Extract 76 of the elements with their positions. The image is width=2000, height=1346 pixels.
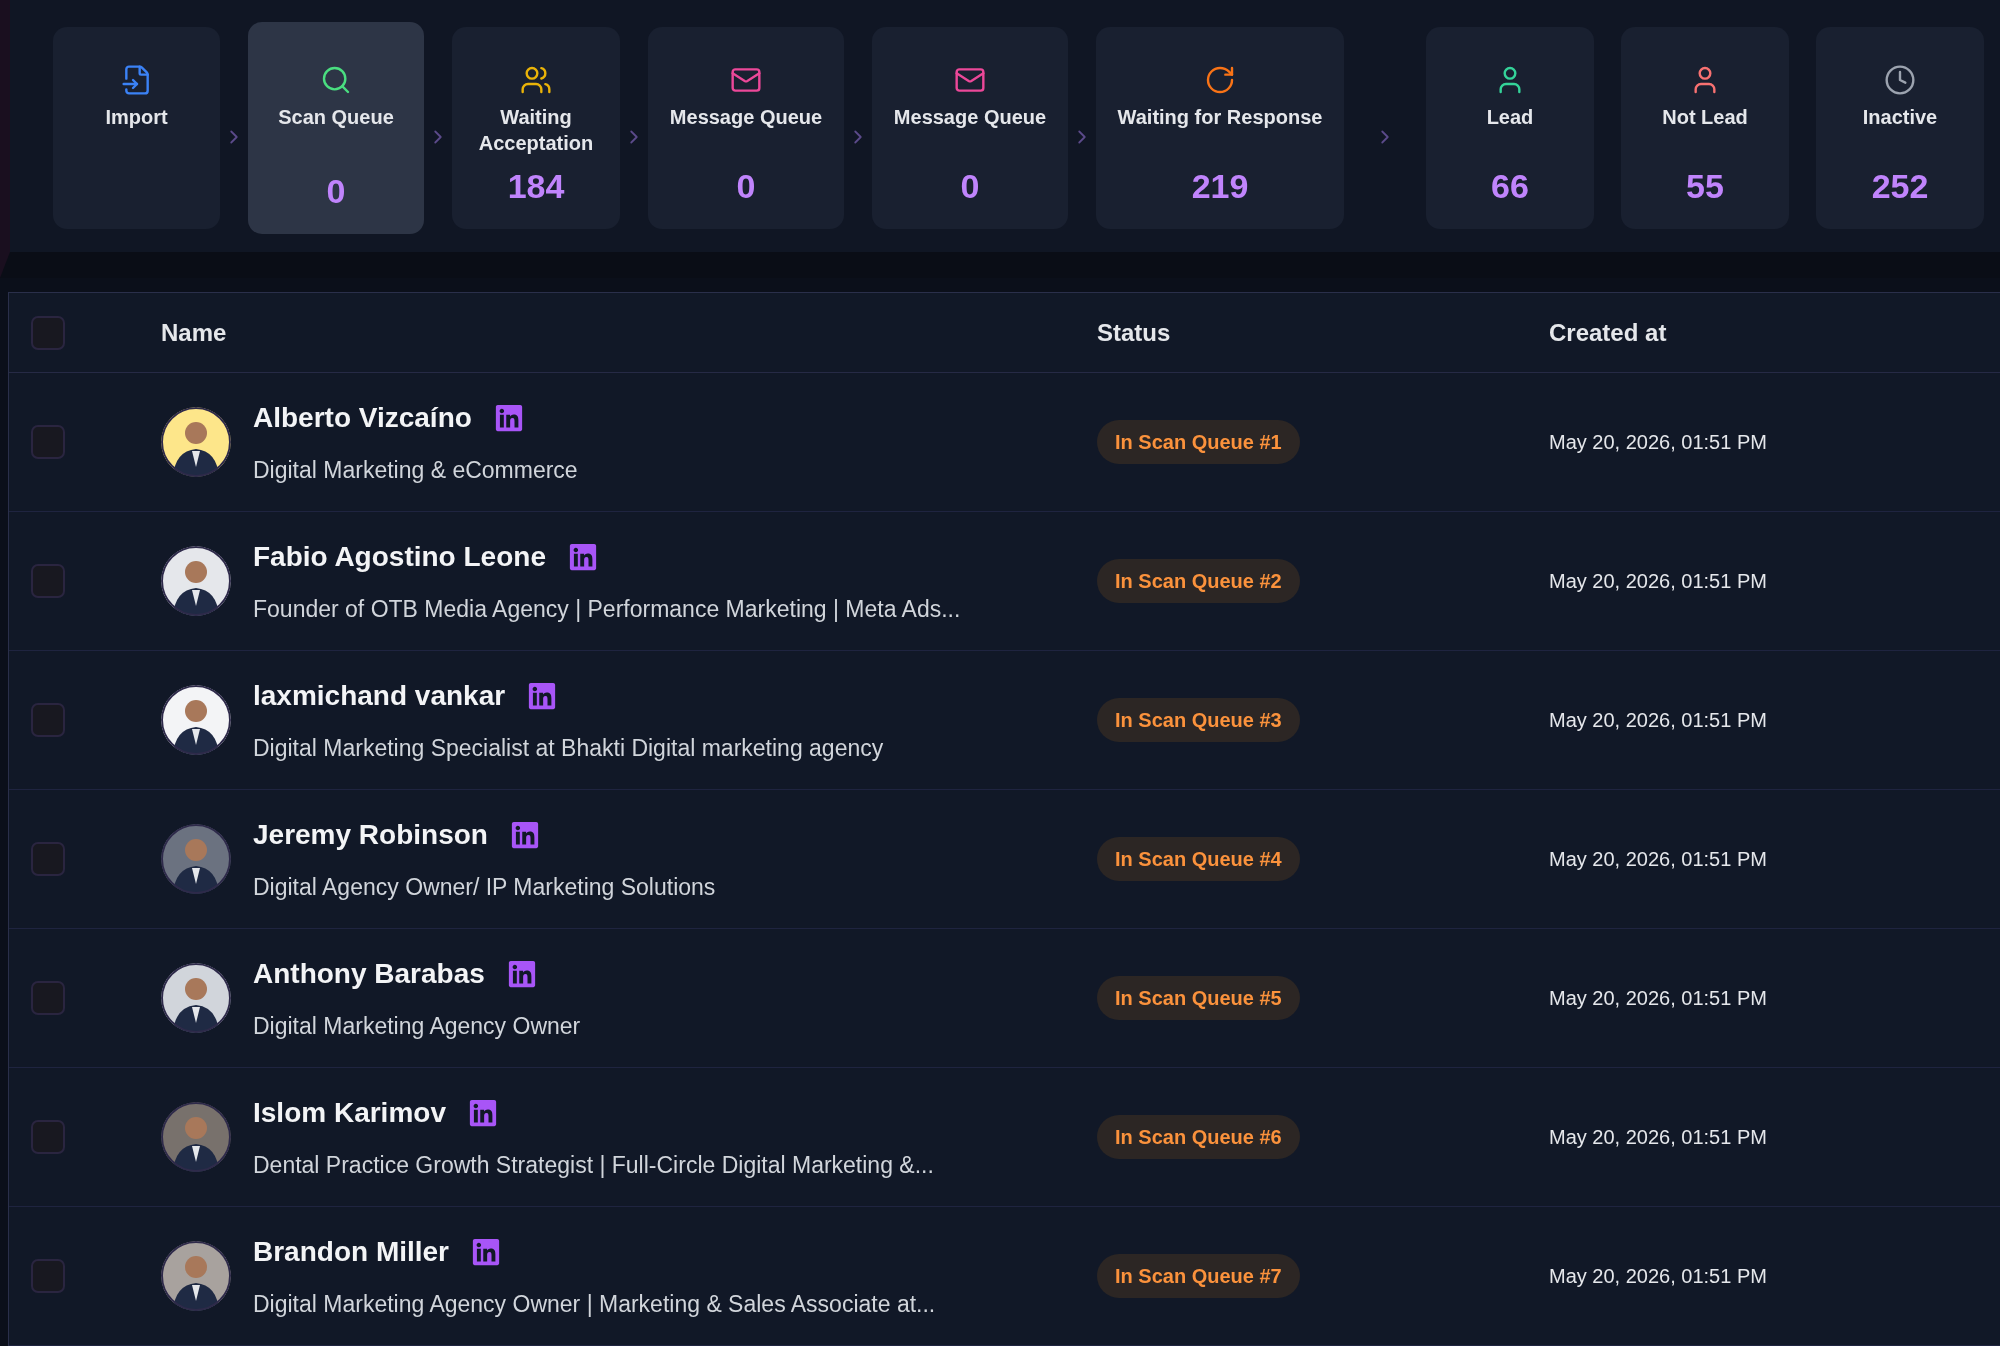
created-date: May 20, 2026, 01:51 PM: [1549, 847, 1767, 872]
refresh-icon: [1204, 64, 1236, 96]
linkedin-icon[interactable]: [471, 1236, 501, 1267]
column-header: Name: [161, 317, 228, 348]
stage-count: 219: [1191, 169, 1249, 203]
contact-name[interactable]: Alberto Vizcaíno: [253, 396, 472, 439]
contact-name[interactable]: laxmichand vankar: [253, 674, 506, 717]
stage-label: Waiting for Response: [1116, 105, 1324, 130]
row-checkbox[interactable]: [31, 1259, 65, 1293]
stage-card[interactable]: Waiting Acceptation 184: [452, 27, 620, 229]
row-checkbox[interactable]: [31, 981, 65, 1015]
stage-count: 0: [326, 174, 346, 208]
stage-label: Inactive: [1861, 105, 1939, 130]
linkedin-icon[interactable]: [509, 819, 540, 850]
stage-count: 252: [1871, 169, 1929, 203]
stage-count: 0: [736, 169, 756, 203]
status-badge: In Scan Queue #5: [1097, 976, 1300, 1020]
created-date: May 20, 2026, 01:51 PM: [1549, 1264, 1767, 1289]
contact-headline: Digital Marketing & eCommerce: [253, 455, 578, 485]
stage-card[interactable]: Scan Queue 0: [248, 22, 424, 234]
stage-count: 66: [1491, 169, 1529, 203]
stage-card[interactable]: Import: [53, 27, 220, 229]
stage-count: 0: [960, 169, 980, 203]
created-date: May 20, 2026, 01:51 PM: [1549, 708, 1767, 733]
stage-card[interactable]: Message Queue 0: [648, 27, 844, 229]
status-badge: In Scan Queue #2: [1097, 559, 1300, 603]
stage-label: Message Queue: [668, 105, 824, 130]
contact-headline: Digital Marketing Specialist at Bhakti Digital marketing agency: [253, 733, 884, 763]
status-badge: In Scan Queue #6: [1097, 1115, 1300, 1159]
linkedin-icon[interactable]: [506, 958, 537, 989]
row-checkbox[interactable]: [31, 315, 65, 350]
stage-count: 55: [1686, 169, 1724, 203]
contact-headline: Digital Marketing Agency Owner: [253, 1011, 581, 1041]
contact-name[interactable]: Islom Karimov: [253, 1091, 446, 1134]
stage-card[interactable]: Not Lead 55: [1621, 27, 1789, 229]
column-header: Created at: [1549, 317, 1667, 348]
stage-label: Not Lead: [1661, 105, 1749, 130]
created-date: May 20, 2026, 01:51 PM: [1549, 1125, 1767, 1150]
linkedin-icon[interactable]: [467, 1097, 498, 1128]
linkedin-icon[interactable]: [567, 541, 598, 572]
created-date: May 20, 2026, 01:51 PM: [1549, 986, 1767, 1011]
row-checkbox[interactable]: [31, 564, 65, 598]
stage-label: Waiting Acceptation: [477, 105, 595, 156]
column-header: Status: [1097, 317, 1172, 348]
stage-count: 184: [507, 169, 565, 203]
status-badge: In Scan Queue #4: [1097, 837, 1300, 881]
row-checkbox[interactable]: [31, 703, 65, 737]
stage-card[interactable]: Message Queue 0: [872, 27, 1068, 229]
contact-name[interactable]: Anthony Barabas: [253, 952, 485, 995]
linkedin-icon[interactable]: [527, 680, 558, 711]
created-date: May 20, 2026, 01:51 PM: [1549, 430, 1767, 455]
linkedin-icon[interactable]: [493, 402, 524, 433]
row-checkbox[interactable]: [31, 842, 65, 876]
stage-card[interactable]: Inactive 252: [1816, 27, 1984, 229]
stage-label: Message Queue: [892, 105, 1048, 130]
contact-name[interactable]: Brandon Miller: [253, 1230, 449, 1273]
contact-headline: Digital Marketing Agency Owner | Marketing & Sales Associate at...: [253, 1289, 936, 1319]
stage-label: Import: [104, 105, 169, 130]
contact-name[interactable]: Fabio Agostino Leone: [253, 535, 546, 578]
stage-card[interactable]: Waiting for Response 219: [1096, 27, 1344, 229]
created-date: May 20, 2026, 01:51 PM: [1549, 569, 1767, 594]
contact-name[interactable]: Jeremy Robinson: [253, 813, 488, 856]
status-badge: In Scan Queue #7: [1097, 1254, 1300, 1298]
stage-label: Scan Queue: [277, 105, 395, 130]
row-checkbox[interactable]: [31, 425, 65, 459]
contact-headline: Dental Practice Growth Strategist | Full-Circle Digital Marketing &...: [253, 1150, 934, 1180]
search-icon: [320, 64, 352, 96]
status-badge: In Scan Queue #3: [1097, 698, 1300, 742]
clock-icon: [1884, 64, 1916, 96]
users-icon: [520, 64, 552, 96]
status-badge: In Scan Queue #1: [1097, 420, 1300, 464]
stage-card[interactable]: Lead 66: [1426, 27, 1594, 229]
contact-headline: Digital Agency Owner/ IP Marketing Solutions: [253, 872, 716, 902]
row-checkbox[interactable]: [31, 1120, 65, 1154]
stage-label: Lead: [1485, 105, 1535, 130]
contact-headline: Founder of OTB Media Agency | Performance Marketing | Meta Ads...: [253, 594, 961, 624]
